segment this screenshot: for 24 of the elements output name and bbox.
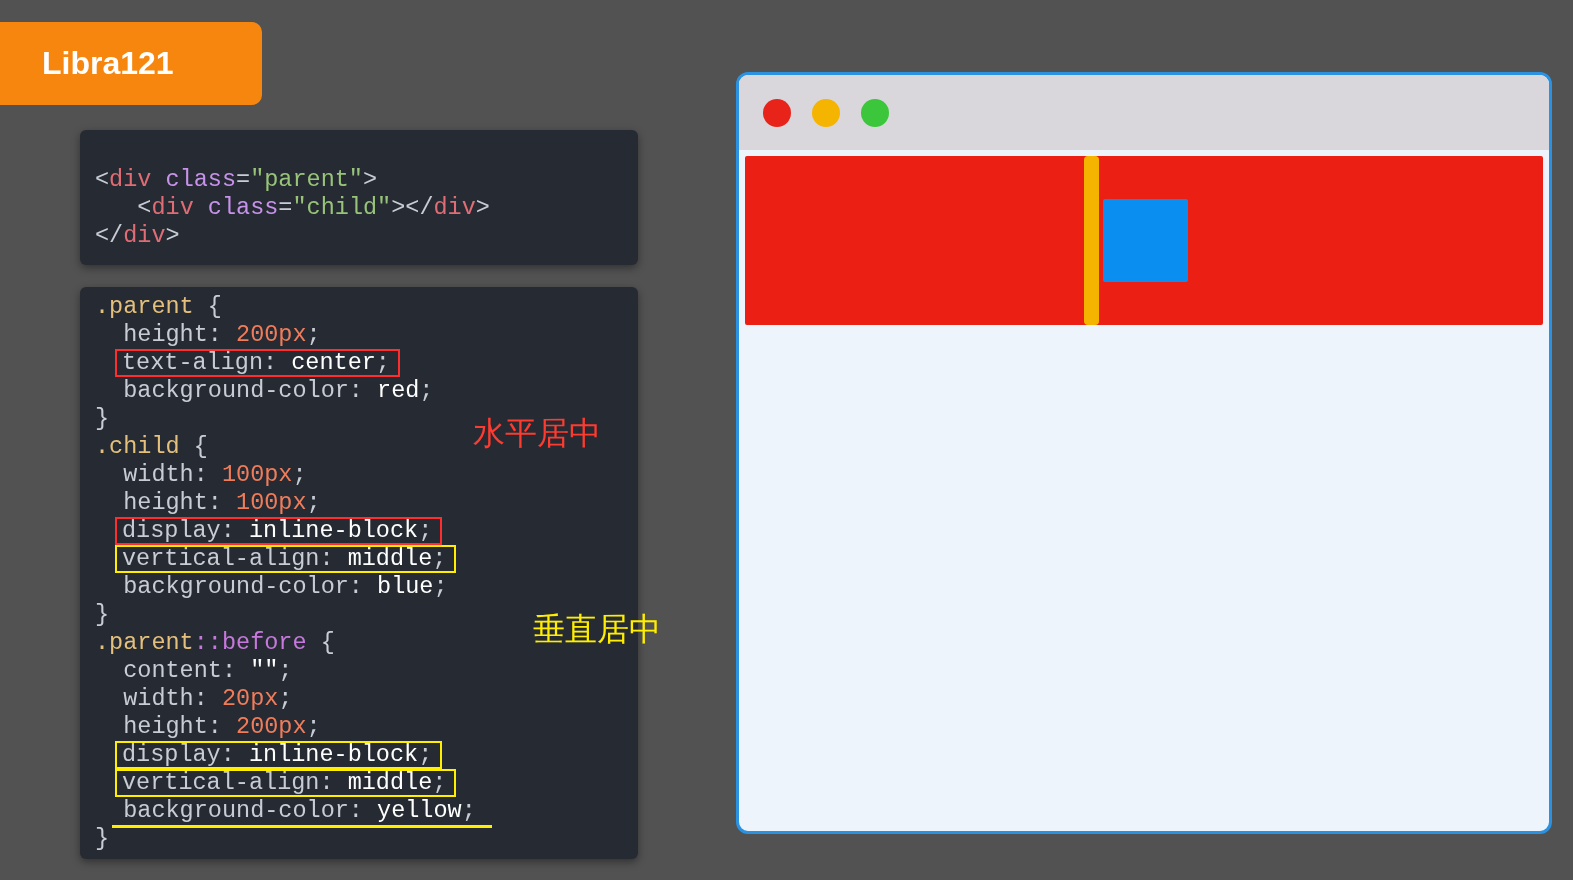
code-line: </div> <box>95 222 180 250</box>
code-line: <div class="parent"> <box>95 166 378 194</box>
code-line: background-color: blue; <box>122 573 448 601</box>
code-line: background-color: red; <box>122 377 434 405</box>
code-line: } <box>95 825 110 853</box>
annotation-label: 水平居中 <box>473 419 601 447</box>
code-line: width: 20px; <box>122 685 293 713</box>
code-line: } <box>95 601 110 629</box>
code-line: height: 200px; <box>122 321 321 349</box>
code-line: .parent { <box>95 293 222 321</box>
code-line: <div class="child"></div> <box>136 194 490 222</box>
code-line: height: 100px; <box>122 489 321 517</box>
window-control-icon[interactable] <box>812 98 840 127</box>
code-line: background-color: yellow; <box>122 797 476 825</box>
code-line: .child { <box>95 433 208 461</box>
author-badge: Libra121 <box>0 22 262 105</box>
code-line: } <box>95 405 110 433</box>
window-control-icon[interactable] <box>763 98 791 127</box>
window-control-icon[interactable] <box>861 98 889 127</box>
code-line: .parent::before { <box>95 629 335 657</box>
annotation-label: 垂直居中 <box>533 615 661 643</box>
code-line: content: ""; <box>122 657 293 685</box>
code-line: height: 200px; <box>122 713 321 741</box>
code-line: width: 100px; <box>122 461 307 489</box>
